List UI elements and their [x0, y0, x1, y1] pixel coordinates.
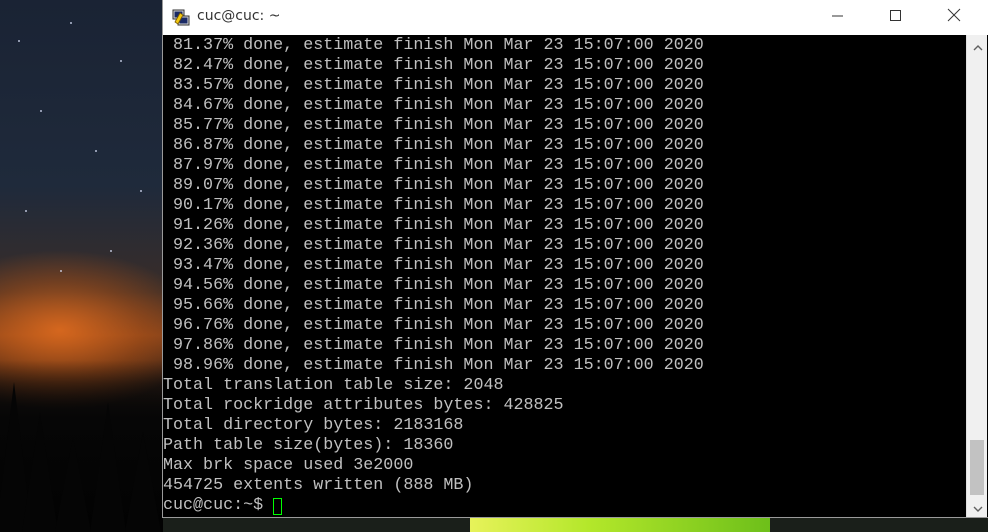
minimize-icon [832, 7, 844, 26]
terminal-output[interactable]: 81.37% done, estimate finish Mon Mar 23 … [163, 35, 966, 517]
star [40, 110, 42, 112]
terminal-line: 86.87% done, estimate finish Mon Mar 23 … [163, 136, 704, 155]
tree [125, 432, 161, 532]
scroll-thumb[interactable] [970, 440, 984, 495]
terminal-line: 81.37% done, estimate finish Mon Mar 23 … [163, 36, 704, 55]
title-bar[interactable]: cuc@cuc: ~ [163, 0, 988, 35]
scroll-down-button[interactable] [967, 497, 988, 517]
minimize-button[interactable] [809, 0, 867, 33]
terminal-line: Total translation table size: 2048 [163, 376, 504, 395]
terminal-line: Total directory bytes: 2183168 [163, 416, 464, 435]
terminal-line: 90.17% done, estimate finish Mon Mar 23 … [163, 196, 704, 215]
terminal-line: 95.66% done, estimate finish Mon Mar 23 … [163, 296, 704, 315]
terminal-line: Total rockridge attributes bytes: 428825 [163, 396, 564, 415]
tree [55, 437, 91, 532]
terminal-line: 83.57% done, estimate finish Mon Mar 23 … [163, 76, 704, 95]
star [110, 250, 112, 252]
scroll-up-arrow-icon [973, 36, 983, 55]
star [95, 150, 97, 152]
terminal-line: 92.36% done, estimate finish Mon Mar 23 … [163, 236, 704, 255]
terminal-line: Max brk space used 3e2000 [163, 456, 414, 475]
star [25, 210, 27, 212]
close-button[interactable] [925, 0, 983, 33]
terminal-line: 91.26% done, estimate finish Mon Mar 23 … [163, 216, 704, 235]
terminal-line: 89.07% done, estimate finish Mon Mar 23 … [163, 176, 704, 195]
terminal-line: 85.77% done, estimate finish Mon Mar 23 … [163, 116, 704, 135]
vertical-scrollbar[interactable] [966, 35, 987, 517]
terminal-line: 454725 extents written (888 MB) [163, 476, 474, 495]
scroll-down-arrow-icon [973, 498, 983, 517]
terminal-line: 84.67% done, estimate finish Mon Mar 23 … [163, 96, 704, 115]
tree-silhouette [0, 360, 163, 532]
scroll-up-button[interactable] [967, 35, 988, 55]
star [18, 40, 20, 42]
shell-prompt: cuc@cuc:~$ [163, 496, 264, 515]
window-title: cuc@cuc: ~ [197, 8, 281, 24]
star [120, 60, 122, 62]
star [70, 22, 72, 24]
maximize-icon [890, 7, 902, 26]
terminal-line: 94.56% done, estimate finish Mon Mar 23 … [163, 276, 704, 295]
maximize-button[interactable] [867, 0, 925, 33]
terminal-line: 87.97% done, estimate finish Mon Mar 23 … [163, 156, 704, 175]
tree [90, 402, 126, 532]
close-icon [947, 7, 961, 26]
putty-icon[interactable] [171, 7, 191, 27]
tree [22, 412, 58, 532]
terminal-line: 98.96% done, estimate finish Mon Mar 23 … [163, 356, 704, 375]
star [140, 190, 142, 192]
terminal-line: 82.47% done, estimate finish Mon Mar 23 … [163, 56, 704, 75]
prompt-line[interactable]: cuc@cuc:~$ [163, 496, 283, 516]
star [60, 270, 62, 272]
terminal-line: 96.76% done, estimate finish Mon Mar 23 … [163, 316, 704, 335]
text-cursor [273, 497, 283, 515]
terminal-line: 97.86% done, estimate finish Mon Mar 23 … [163, 336, 704, 355]
terminal-line: 93.47% done, estimate finish Mon Mar 23 … [163, 256, 704, 275]
terminal-line: Path table size(bytes): 18360 [163, 436, 454, 455]
putty-window[interactable]: cuc@cuc: ~ 81.37% done, estimate finish … [163, 0, 988, 517]
wallpaper-tent-glow [470, 517, 770, 532]
